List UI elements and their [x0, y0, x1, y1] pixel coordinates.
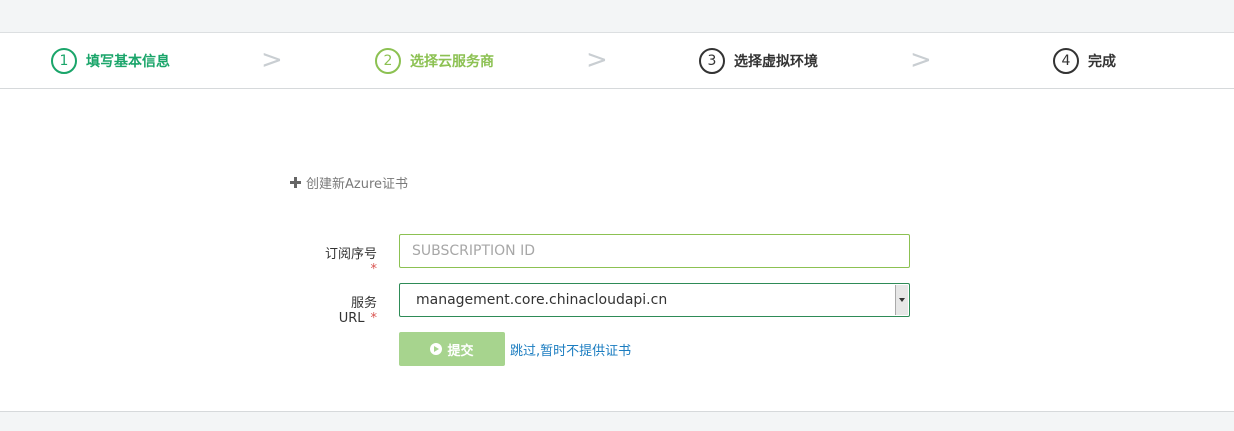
submit-button[interactable]: 提交	[399, 332, 505, 366]
step-4-label: 完成	[1088, 54, 1116, 70]
top-band	[0, 0, 1234, 32]
plus-icon	[290, 177, 301, 188]
service-url-selected-value: management.core.chinacloudapi.cn	[416, 292, 668, 308]
step-1-label: 填写基本信息	[86, 54, 170, 70]
wizard-steps: 1 填写基本信息 > 2 选择云服务商 > 3 选择虚拟环境 > 4 完成	[0, 32, 1234, 89]
bottom-band	[0, 412, 1234, 431]
step-separator-1: >	[261, 45, 283, 75]
step-3-label: 选择虚拟环境	[734, 54, 818, 70]
submit-label: 提交	[447, 343, 474, 359]
service-url-select[interactable]: management.core.chinacloudapi.cn	[399, 283, 910, 317]
chevron-down-icon[interactable]	[895, 285, 908, 315]
step-separator-3: >	[910, 45, 932, 75]
subscription-label-text: 订阅序号	[324, 247, 377, 262]
step-1: 1 填写基本信息	[51, 47, 170, 75]
create-azure-cert-label: 创建新Azure证书	[306, 177, 409, 192]
create-azure-cert-link[interactable]: 创建新Azure证书	[290, 173, 408, 192]
required-mark: *	[370, 311, 378, 326]
step-2-number: 2	[375, 48, 401, 74]
step-2-label: 选择云服务商	[410, 54, 494, 70]
step-2: 2 选择云服务商	[375, 47, 494, 75]
circle-arrow-right-icon	[430, 343, 443, 355]
step-3: 3 选择虚拟环境	[699, 47, 818, 75]
step-4: 4 完成	[1053, 47, 1116, 75]
main-panel: 创建新Azure证书 订阅序号* 服务URL* management.core.…	[0, 89, 1234, 412]
step-4-number: 4	[1053, 48, 1079, 74]
skip-cert-link[interactable]: 跳过,暂时不提供证书	[510, 340, 631, 359]
subscription-label: 订阅序号*	[317, 243, 377, 277]
step-1-number: 1	[51, 48, 77, 74]
required-mark: *	[370, 262, 378, 277]
service-url-label: 服务URL *	[317, 292, 377, 326]
subscription-id-input[interactable]	[399, 234, 910, 268]
step-3-number: 3	[699, 48, 725, 74]
step-separator-2: >	[586, 45, 608, 75]
